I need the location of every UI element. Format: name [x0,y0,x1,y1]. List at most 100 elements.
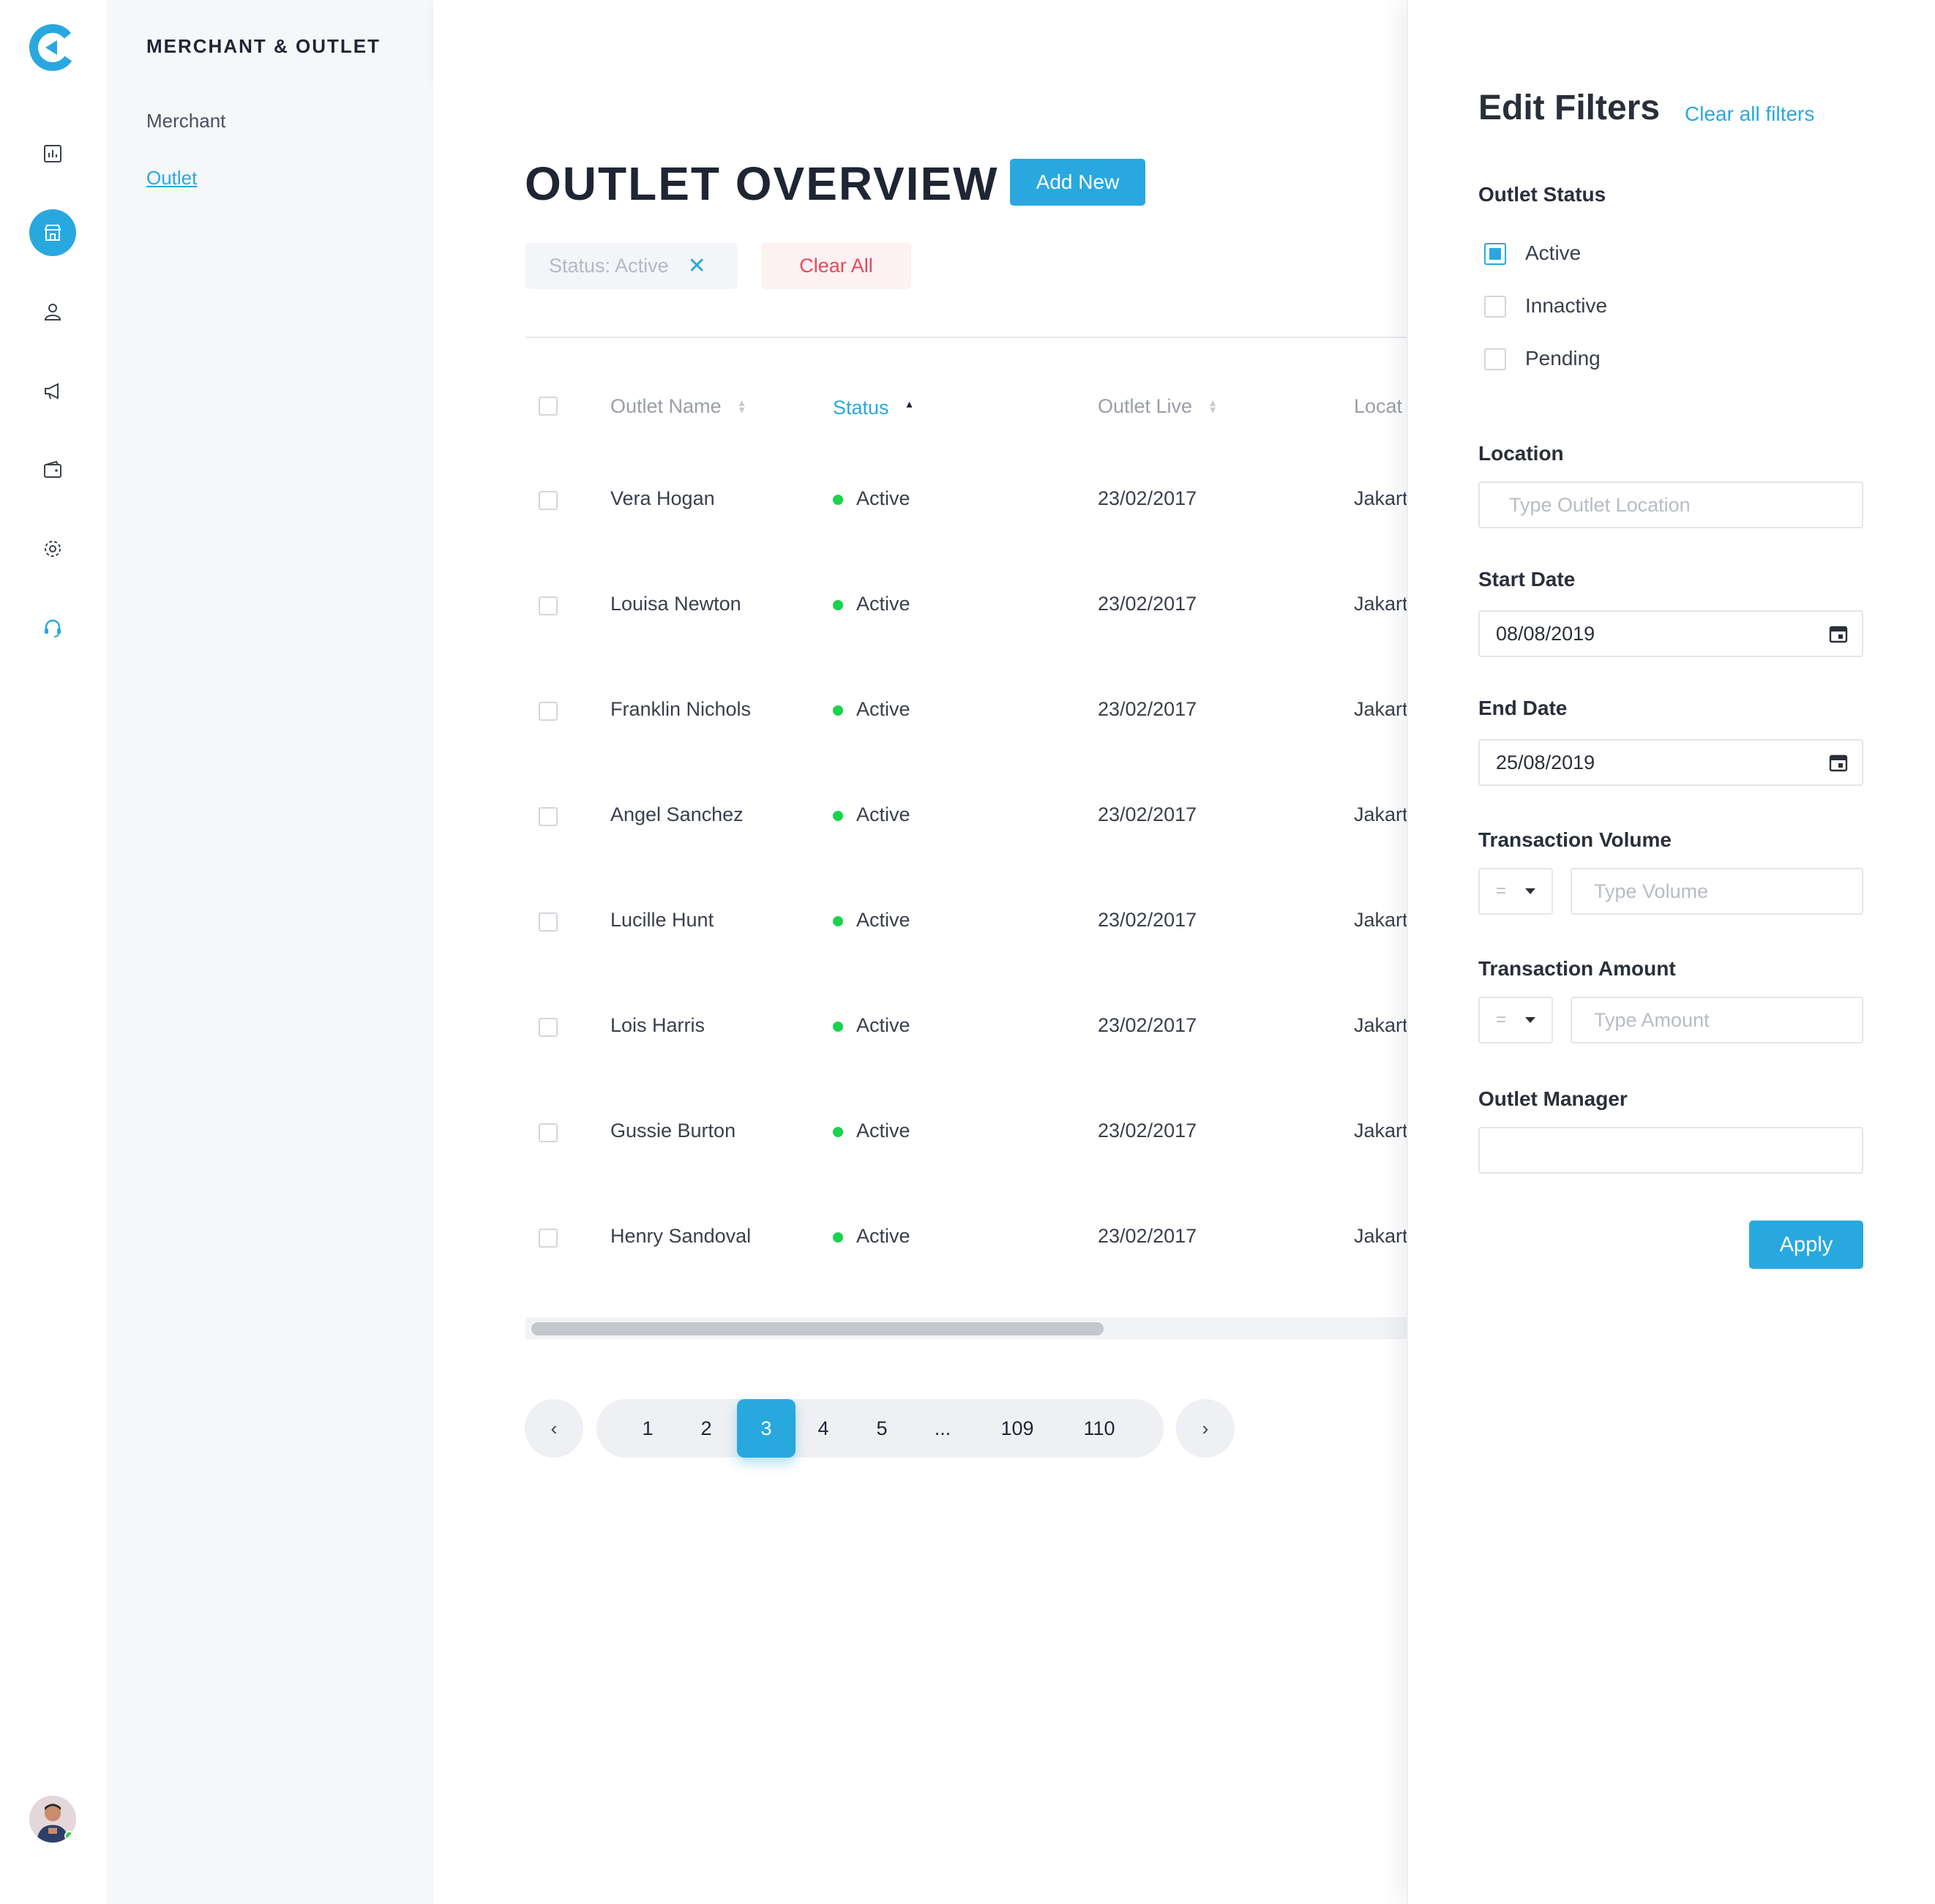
settings-icon[interactable] [29,525,76,572]
wallet-icon[interactable] [29,446,76,493]
amount-operator-select[interactable]: = [1478,997,1553,1043]
user-icon[interactable] [29,288,76,335]
pagination-prev-button[interactable]: ‹ [525,1399,583,1458]
status-label: Active [856,1225,910,1247]
clear-all-filters-link[interactable]: Clear all filters [1685,102,1814,126]
amount-input[interactable]: Type Amount [1571,997,1863,1043]
sort-icon[interactable]: ▴ ▾ [739,397,745,416]
top-bar [433,0,1407,82]
start-date-value: 08/08/2019 [1496,622,1595,645]
status-cell: Active [833,593,910,615]
status-dot [833,810,843,821]
status-dot [833,1232,843,1243]
end-date-field[interactable]: 25/08/2019 [1478,739,1863,786]
subnav-item-outlet[interactable]: Outlet [146,167,197,190]
outlet-name: Franklin Nichols [610,698,752,720]
caret-down-icon [1525,888,1535,894]
column-header-outlet-live[interactable]: Outlet Live ▴ ▾ [1098,395,1216,418]
page-button-current[interactable]: 3 [737,1399,796,1458]
edit-filters-panel: Edit Filters Clear all filters Outlet St… [1407,0,1935,1904]
store-icon[interactable] [29,209,76,256]
outlet-manager-label: Outlet Manager [1478,1087,1628,1110]
status-pending-checkbox[interactable] [1484,348,1506,370]
location-cell: Jakart [1354,698,1407,720]
page-button[interactable]: 109 [992,1399,1043,1458]
page-button[interactable]: 2 [692,1399,721,1458]
sort-ascending-icon[interactable]: ▴ ▾ [907,398,913,417]
status-dot [833,705,843,716]
column-header-status[interactable]: Status ▴ ▾ [833,397,913,419]
status-inactive-checkbox[interactable] [1484,296,1506,318]
status-label: Active [856,803,910,825]
icon-rail [0,0,106,1904]
column-header-outlet-name[interactable]: Outlet Name ▴ ▾ [610,395,745,418]
row-checkbox[interactable] [539,1123,558,1142]
page-button[interactable]: 4 [809,1399,838,1458]
avatar[interactable] [29,1796,76,1843]
scrollbar-thumb[interactable] [531,1322,1104,1335]
column-label: Locat [1354,395,1403,417]
select-all-checkbox[interactable] [539,397,558,416]
apply-button[interactable]: Apply [1749,1221,1863,1269]
status-cell: Active [833,1225,910,1248]
main-content: OUTLET OVERVIEW Add New Status: Active ✕… [433,82,1407,1904]
active-filter-chip: Status: Active ✕ [525,243,738,289]
remove-filter-icon[interactable]: ✕ [688,253,706,279]
outlet-live-date: 23/02/2017 [1098,487,1197,509]
page-button[interactable]: 5 [867,1399,897,1458]
outlet-manager-input[interactable] [1478,1127,1863,1174]
row-checkbox[interactable] [539,702,558,721]
column-header-location[interactable]: Locat [1354,395,1402,418]
location-cell: Jakart [1354,487,1407,509]
status-cell: Active [833,487,910,510]
location-cell: Jakart [1354,1014,1407,1036]
page-ellipsis: ... [934,1417,951,1439]
caret-down-icon [1525,1017,1535,1023]
horizontal-scrollbar[interactable] [525,1317,1407,1339]
page-button[interactable]: 1 [633,1399,662,1458]
transaction-amount-label: Transaction Amount [1478,957,1676,980]
end-date-label: End Date [1478,697,1568,719]
add-new-button[interactable]: Add New [1010,159,1145,206]
status-label: Active [856,1014,910,1036]
start-date-field[interactable]: 08/08/2019 [1478,610,1863,657]
status-label: Active [856,487,910,509]
column-label: Outlet Name [610,395,722,417]
megaphone-icon[interactable] [29,367,76,414]
calendar-icon[interactable] [1828,752,1849,773]
volume-operator-select[interactable]: = [1478,868,1553,915]
clear-all-button[interactable]: Clear All [761,243,911,289]
location-cell: Jakart [1354,1225,1407,1247]
row-checkbox[interactable] [539,596,558,615]
status-active-checkbox[interactable] [1484,243,1506,265]
location-input[interactable]: Type Outlet Location [1478,481,1863,528]
page-button[interactable]: 110 [1074,1399,1125,1458]
dashboard-icon[interactable] [29,130,76,177]
pagination-next-button[interactable]: › [1176,1399,1235,1458]
calendar-icon[interactable] [1828,623,1849,644]
outlet-name: Lucille Hunt [610,909,714,931]
location-cell: Jakart [1354,909,1407,931]
section-title: MERCHANT & OUTLET [146,35,381,57]
row-checkbox[interactable] [539,491,558,510]
volume-input[interactable]: Type Volume [1571,868,1863,915]
start-date-label: Start Date [1478,568,1576,591]
status-option-label: Active [1525,241,1582,264]
end-date-value: 25/08/2019 [1496,751,1595,773]
outlet-live-date: 23/02/2017 [1098,803,1197,825]
operator-value: = [1496,881,1507,901]
row-checkbox[interactable] [539,807,558,826]
subnav-item-merchant[interactable]: Merchant [146,110,225,132]
brand-logo-icon[interactable] [28,23,78,72]
column-label: Status [833,397,889,419]
pagination-pages: 1 2 3 4 5 ... 109 110 [596,1399,1164,1458]
transaction-volume-label: Transaction Volume [1478,828,1672,851]
row-checkbox[interactable] [539,1229,558,1248]
headset-icon[interactable] [29,604,76,651]
outlet-name: Angel Sanchez [610,803,744,825]
row-checkbox[interactable] [539,912,558,932]
column-label: Outlet Live [1098,395,1193,417]
row-checkbox[interactable] [539,1018,558,1037]
outlet-live-date: 23/02/2017 [1098,593,1197,615]
sort-icon[interactable]: ▴ ▾ [1210,397,1216,416]
